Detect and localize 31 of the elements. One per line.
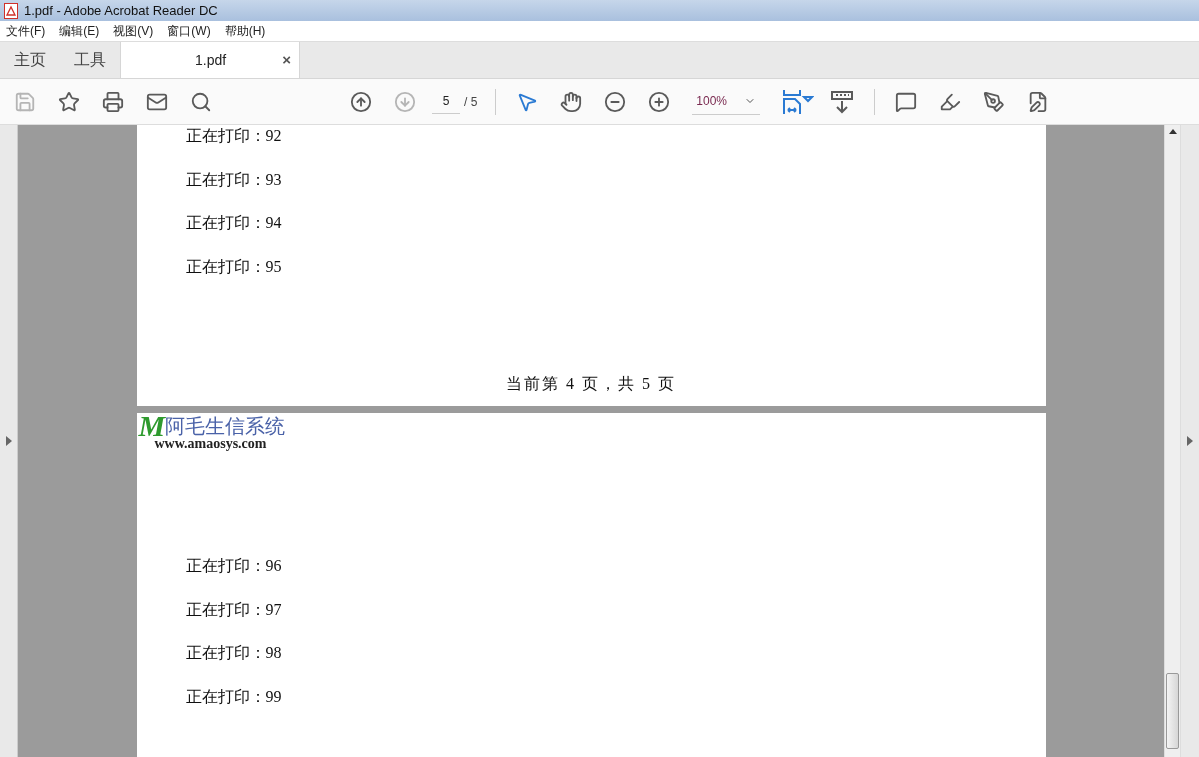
document-tab[interactable]: 1.pdf × — [120, 42, 300, 78]
menu-item[interactable]: 视图(V) — [113, 22, 154, 40]
menu-item[interactable]: 窗口(W) — [167, 22, 211, 40]
expand-right-icon[interactable] — [5, 436, 12, 446]
close-icon[interactable]: × — [282, 48, 291, 72]
text-line: 正在打印：92 — [185, 126, 283, 146]
menu-item[interactable]: 帮助(H) — [224, 22, 266, 40]
scroll-up-icon[interactable] — [1168, 129, 1177, 134]
expand-right-icon[interactable] — [1187, 436, 1193, 446]
page-number-field[interactable]: 5 — [432, 89, 460, 114]
text-line: 正在打印：93 — [185, 169, 283, 190]
text-line: 正在打印：98 — [185, 643, 283, 663]
scroll-thumb[interactable] — [1166, 673, 1179, 749]
text-line: 正在打印：97 — [185, 599, 283, 620]
logo-url: www.amaosys.com — [154, 437, 268, 451]
text-line: 正在打印：99 — [185, 686, 283, 707]
scrollbar[interactable] — [1164, 125, 1181, 757]
logo-mark: M — [138, 415, 166, 437]
menu-item[interactable]: 编辑(E) — [59, 22, 100, 40]
keyboard-down-icon[interactable] — [830, 89, 855, 114]
window-title: 1.pdf - Adobe Acrobat Reader DC — [24, 1, 218, 20]
page-total: / 5 — [464, 93, 478, 111]
text-line: 正在打印：96 — [185, 556, 283, 576]
zoom-dropdown[interactable]: 100% — [692, 88, 761, 115]
fit-page-icon[interactable] — [782, 88, 815, 115]
text-line: 正在打印：95 — [185, 256, 283, 277]
pdf-icon — [4, 2, 18, 19]
page-footer: 当前第 4 页，共 5 页 — [506, 371, 676, 396]
text-line: 正在打印：94 — [185, 213, 283, 233]
logo-title: 阿毛生信系统 — [165, 415, 286, 437]
menu-item[interactable]: 文件(F) — [6, 22, 46, 40]
